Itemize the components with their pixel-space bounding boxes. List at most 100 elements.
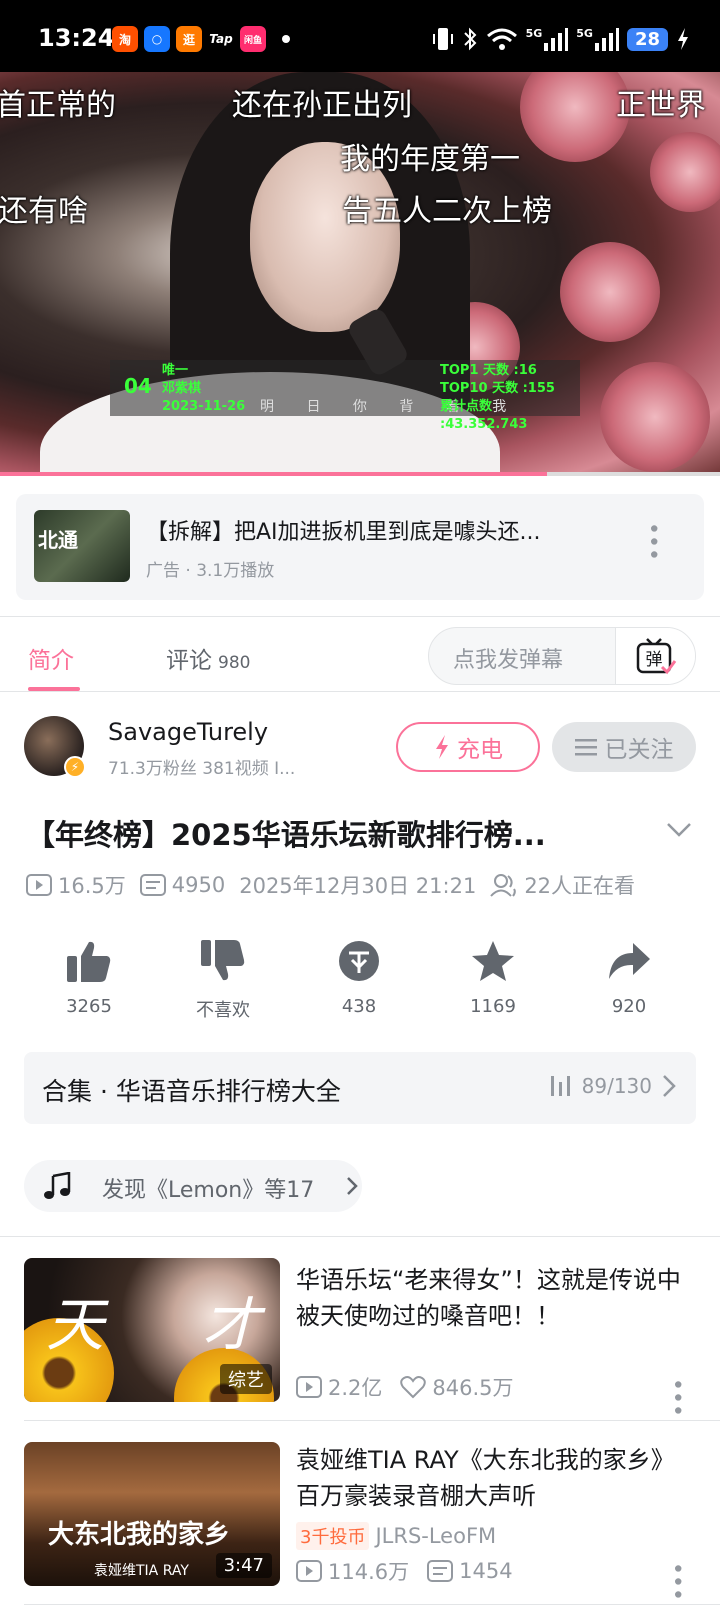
menu-lines-icon [574, 739, 597, 756]
more-options-icon[interactable]: ••• [640, 522, 665, 561]
ad-thumbnail: 北通 [34, 510, 130, 582]
favorite-button[interactable]: 1169 [448, 938, 538, 1017]
xianyu-icon: 闲鱼 [240, 26, 266, 52]
list-divider [24, 1604, 720, 1605]
rec-title[interactable]: 袁娅维TIA RAY《大东北我的家乡》百万豪装录音棚大声听 [296, 1442, 696, 1514]
viewers-icon [490, 874, 517, 897]
taobao-icon: 淘 [112, 26, 138, 52]
rec-views: 2.2亿 [328, 1376, 383, 1400]
rec-thumbnail[interactable]: 大东北我的家乡 袁娅维TIA RAY 3:47 [24, 1442, 280, 1586]
views-meta: 16.5万 [26, 870, 126, 900]
rec-thumb-text: 大东北我的家乡 [48, 1520, 231, 1550]
danmaku-meta: 4950 [139, 873, 225, 897]
rank-info: 唯一 邓紫棋 2023-11-26 [162, 362, 245, 416]
video-progress-fill [0, 472, 548, 476]
rec-thumb-subtext: 袁娅维TIA RAY [94, 1563, 189, 1579]
playlist-bars-icon [550, 1076, 570, 1096]
uploader-stats: 71.3万粉丝 381视频 I... [108, 759, 296, 779]
more-options-icon[interactable]: ••• [664, 1378, 689, 1417]
network-type: 5G [525, 26, 543, 40]
danmaku-tv-icon: 弹 [636, 638, 676, 675]
rec-views: 114.6万 [328, 1560, 410, 1584]
rec-title[interactable]: 华语乐坛“老来得女”！这就是传说中被天使吻过的嗓音吧！！ [296, 1262, 696, 1334]
play-count-icon [26, 874, 52, 896]
share-button[interactable]: 920 [584, 938, 674, 1017]
expand-chevron-icon[interactable] [666, 822, 692, 838]
verified-badge-icon: ⚡ [64, 756, 86, 778]
danmaku-toggle-button[interactable]: 弹 [615, 628, 695, 684]
danmaku-comment: 告五人二次上榜 [342, 194, 552, 229]
status-right: 5G 5G 28 [432, 26, 690, 52]
rec-category-badge: 综艺 [220, 1364, 272, 1394]
danmaku-button-text: 弹 [645, 650, 662, 670]
collection-progress: 89/130 [581, 1074, 652, 1098]
battery-level: 28 [626, 27, 668, 51]
video-player[interactable]: 首正常的 还在孙正出列 正世界 我的年度第一 还有啥 告五人二次上榜 04 唯一… [0, 72, 720, 476]
dislike-label: 不喜欢 [196, 1000, 250, 1021]
rec-danmaku-meta: 1454 [427, 1559, 513, 1583]
ad-card[interactable]: 北通 【拆解】把AI加进扳机里到底是噱头还... 广告 · 3.1万播放 ••• [16, 494, 704, 600]
chevron-right-icon [663, 1075, 676, 1097]
music-discovery-chip[interactable]: 发现《Lemon》等17 [24, 1160, 362, 1212]
list-divider [24, 1420, 720, 1421]
views-count: 16.5万 [58, 874, 126, 898]
rank-total: 累计点数 :43.352.743 [440, 399, 528, 432]
rank-stats: TOP1 天数 :16 TOP10 天数 :155 累计点数 :43.352.7… [440, 362, 580, 434]
danmaku-placeholder: 点我发弹幕 [453, 648, 564, 673]
video-meta-row: 16.5万 4950 2025年12月30日 21:21 22人正在看 [26, 870, 649, 900]
section-divider [0, 1236, 720, 1237]
ad-title: 【拆解】把AI加进扳机里到底是噱头还... [146, 520, 541, 545]
more-options-icon[interactable]: ••• [664, 1562, 689, 1601]
status-bar: 13:24 淘 ○ 逛 Tap 闲鱼 5G 5G 28 [0, 0, 720, 72]
rec-thumb-text: 天 [46, 1291, 105, 1359]
dislike-button[interactable]: 不喜欢 [178, 938, 268, 1022]
comments-count: 980 [218, 653, 251, 673]
rec-stats: 114.6万 1454 [296, 1556, 513, 1586]
music-discovery-text: 发现《Lemon》等17 [102, 1178, 315, 1203]
rec-thumbnail[interactable]: 天 才 综艺 [24, 1258, 280, 1402]
share-count: 920 [611, 996, 647, 1017]
rec-duration: 3:47 [215, 1553, 272, 1578]
taptap-icon: Tap [208, 26, 234, 52]
notification-icons: 淘 ○ 逛 Tap 闲鱼 [112, 26, 290, 52]
rec-author: JLRS-LeoFM [375, 1524, 497, 1548]
lightning-icon [436, 735, 448, 759]
tab-comments[interactable]: 评论 980 [166, 641, 250, 675]
rose-decoration [650, 132, 720, 212]
rank-top10: TOP10 天数 :155 [440, 381, 555, 396]
follow-button[interactable]: 已关注 [552, 722, 696, 772]
watching-meta: 22人正在看 [490, 870, 635, 900]
rank-song: 唯一 [162, 363, 189, 378]
danmaku-input[interactable]: 点我发弹幕 弹 [428, 627, 696, 685]
video-progress-bar[interactable] [0, 472, 720, 476]
coin-badge: 3千投币 [296, 1522, 370, 1550]
like-button[interactable]: 3265 [44, 938, 134, 1017]
rec-stats: 2.2亿 846.5万 [296, 1372, 514, 1402]
shopping-icon: 逛 [176, 26, 202, 52]
collection-card[interactable]: 合集 · 华语音乐排行榜大全 89/130 [24, 1052, 696, 1124]
publish-date: 2025年12月30日 21:21 [239, 874, 477, 898]
like-count: 3265 [66, 996, 112, 1017]
rec-thumb-text: 才 [202, 1291, 261, 1359]
share-icon [609, 943, 650, 979]
rec-views-meta: 2.2亿 [296, 1372, 382, 1402]
danmaku-comment: 还有啥 [0, 194, 88, 229]
watching-count: 22人正在看 [524, 874, 636, 898]
tab-intro[interactable]: 简介 [28, 641, 74, 675]
wifi-icon [486, 28, 517, 50]
star-icon [472, 941, 514, 981]
rank-date: 2023-11-26 [162, 399, 246, 414]
charging-icon [678, 28, 688, 50]
charge-button[interactable]: 充电 [396, 722, 540, 772]
rose-decoration [600, 362, 710, 472]
coin-button[interactable]: 438 [314, 938, 404, 1017]
thumbs-up-icon [67, 941, 111, 982]
chevron-right-icon [347, 1177, 358, 1195]
danmaku-comment: 正世界 [616, 88, 706, 123]
danmaku-count-icon [139, 874, 166, 896]
rec-danmaku: 1454 [459, 1559, 513, 1583]
collection-title: 合集 · 华语音乐排行榜大全 [42, 1077, 341, 1106]
uploader-name[interactable]: SavageTurely [108, 718, 268, 746]
rank-number: 04 [124, 374, 152, 398]
coin-count: 438 [341, 996, 377, 1017]
